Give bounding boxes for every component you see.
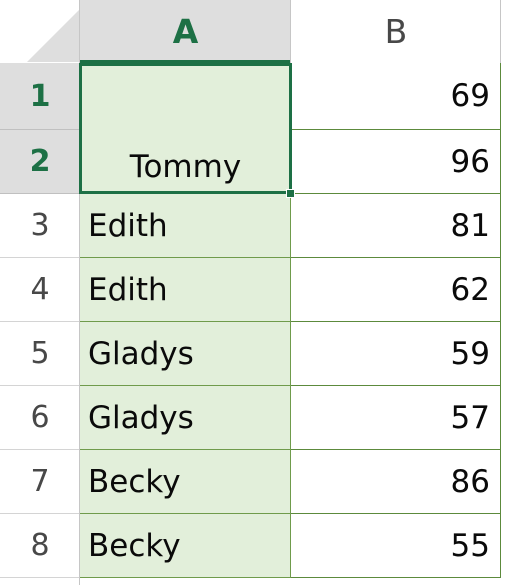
cell-b3-value: 81 <box>450 207 490 244</box>
cell-a1-a2-value: Tommy <box>129 149 242 185</box>
row-header-1[interactable]: 1 <box>0 63 80 130</box>
row-header-4[interactable]: 4 <box>0 258 80 322</box>
column-header-b[interactable]: B <box>291 0 501 63</box>
cell-a8[interactable]: Becky <box>80 514 291 578</box>
fill-handle[interactable] <box>286 189 295 198</box>
cell-a7[interactable]: Becky <box>80 450 291 514</box>
spreadsheet-grid: A B 1 2 3 4 5 6 7 8 Tommy Edith Edith Gl… <box>0 0 510 585</box>
cell-a4-value: Edith <box>88 271 168 308</box>
cell-b3[interactable]: 81 <box>291 194 501 258</box>
row-header-6-label: 6 <box>30 400 50 435</box>
cell-a3-value: Edith <box>88 207 168 244</box>
cell-b1-value: 69 <box>450 78 490 114</box>
row-header-2-label: 2 <box>29 144 51 179</box>
cell-b5[interactable]: 59 <box>291 322 501 386</box>
column-header-a-selection-underline <box>80 60 291 63</box>
cell-a6-value: Gladys <box>88 399 194 436</box>
cell-b6-value: 57 <box>450 399 490 436</box>
cell-a5-value: Gladys <box>88 335 194 372</box>
column-divider-b-c[interactable] <box>500 0 501 63</box>
row-header-7-label: 7 <box>30 464 50 499</box>
row-header-8-label: 8 <box>30 528 50 563</box>
cell-b7-value: 86 <box>450 463 490 500</box>
row-header-8[interactable]: 8 <box>0 514 80 578</box>
row-header-2[interactable]: 2 <box>0 130 80 194</box>
row-header-3-label: 3 <box>30 208 50 243</box>
cell-b4[interactable]: 62 <box>291 258 501 322</box>
column-divider-row-a[interactable] <box>79 0 80 63</box>
select-all-corner[interactable] <box>0 0 80 63</box>
row-header-5-label: 5 <box>30 336 50 371</box>
column-header-a-label: A <box>172 12 199 51</box>
row-header-7[interactable]: 7 <box>0 450 80 514</box>
cell-b2-value: 96 <box>450 143 490 180</box>
cell-a6[interactable]: Gladys <box>80 386 291 450</box>
cell-a1-a2-merged[interactable]: Tommy <box>80 64 291 193</box>
row-header-1-label: 1 <box>29 78 51 114</box>
column-header-a[interactable]: A <box>80 0 291 63</box>
column-divider-a-b[interactable] <box>290 0 291 63</box>
row-header-5[interactable]: 5 <box>0 322 80 386</box>
column-header-b-label: B <box>384 12 408 51</box>
cell-b5-value: 59 <box>450 335 490 372</box>
cell-a3[interactable]: Edith <box>80 194 291 258</box>
cell-a5[interactable]: Gladys <box>80 322 291 386</box>
cell-b2[interactable]: 96 <box>291 130 501 194</box>
cell-b8-value: 55 <box>450 527 490 564</box>
row-header-3[interactable]: 3 <box>0 194 80 258</box>
cell-b1[interactable]: 69 <box>291 63 501 130</box>
cell-b4-value: 62 <box>450 271 490 308</box>
row-header-4-label: 4 <box>30 272 50 307</box>
cell-a8-value: Becky <box>88 527 181 564</box>
cell-b6[interactable]: 57 <box>291 386 501 450</box>
select-all-triangle-icon <box>27 10 79 62</box>
cell-b7[interactable]: 86 <box>291 450 501 514</box>
cell-a7-value: Becky <box>88 463 181 500</box>
row-header-6[interactable]: 6 <box>0 386 80 450</box>
cell-a4[interactable]: Edith <box>80 258 291 322</box>
cell-b8[interactable]: 55 <box>291 514 501 578</box>
